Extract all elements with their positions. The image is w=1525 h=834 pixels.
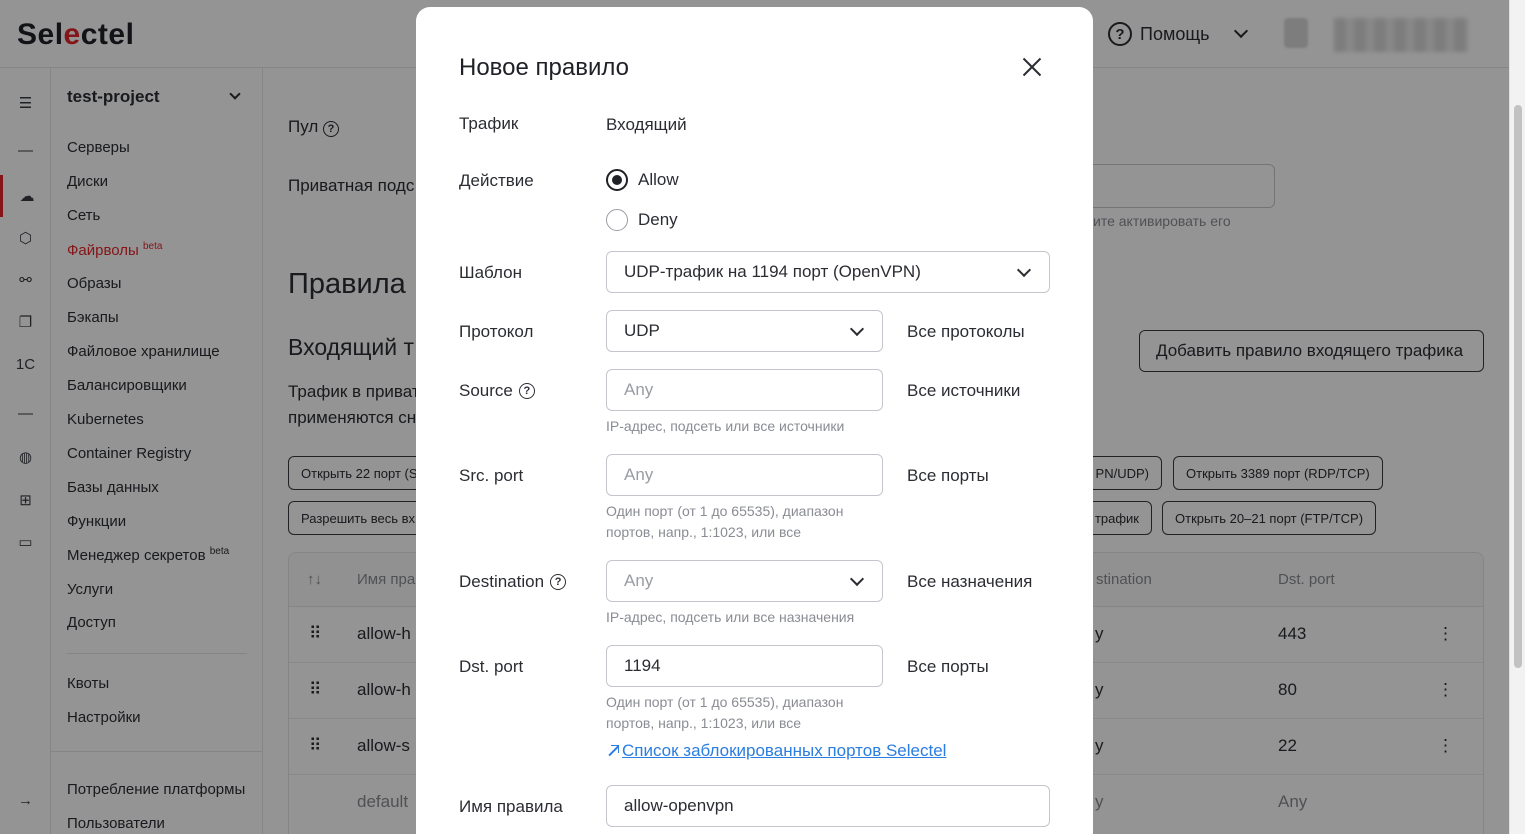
radio-label: Allow [638, 170, 679, 189]
protocol-label: Протокол [459, 322, 534, 341]
source-hint: IP-адрес, подсеть или все источники [606, 418, 845, 434]
protocol-select[interactable]: UDP [606, 310, 883, 352]
blocked-ports-link-text: Список заблокированных портов Selectel [622, 741, 947, 760]
src-port-input[interactable]: Any [606, 454, 883, 496]
source-input[interactable]: Any [606, 369, 883, 411]
src-port-label: Src. port [459, 466, 524, 485]
scrollbar-thumb[interactable] [1514, 105, 1522, 668]
new-rule-dialog: Новое правило Трафик Входящий Действие A… [416, 7, 1093, 834]
source-label: Source? [459, 381, 535, 401]
all-src-ports-link[interactable]: Все порты [907, 466, 989, 486]
radio-label: Deny [638, 210, 678, 229]
blocked-ports-link[interactable]: Список заблокированных портов Selectel [606, 741, 946, 761]
all-protocols-link[interactable]: Все протоколы [907, 322, 1025, 342]
destination-label: Destination? [459, 572, 567, 592]
close-icon[interactable] [1020, 55, 1044, 79]
traffic-label: Трафик [459, 114, 519, 133]
destination-select[interactable]: Any [606, 560, 883, 602]
all-dst-ports-link[interactable]: Все порты [907, 657, 989, 677]
dialog-title: Новое правило [459, 54, 629, 81]
chevron-down-icon [849, 321, 865, 337]
template-label: Шаблон [459, 263, 522, 282]
src-port-hint-line1: Один порт (от 1 до 65535), диапазон [606, 503, 844, 519]
page-scrollbar[interactable] [1509, 0, 1525, 834]
radio-unchecked-icon[interactable] [606, 209, 628, 231]
dst-port-hint-line1: Один порт (от 1 до 65535), диапазон [606, 694, 844, 710]
template-select[interactable]: UDP-трафик на 1194 порт (OpenVPN) [606, 251, 1050, 293]
dst-port-hint-line2: портов, напр., 1:1023, или все [606, 715, 802, 731]
help-circle-icon[interactable]: ? [550, 574, 567, 590]
all-destinations-link[interactable]: Все назначения [907, 572, 1032, 592]
template-value: UDP-трафик на 1194 порт (OpenVPN) [624, 262, 921, 281]
rule-name-input[interactable]: allow-openvpn [606, 785, 1050, 827]
destination-label-text: Destination [459, 572, 545, 591]
external-link-icon [606, 745, 619, 757]
help-circle-icon[interactable]: ? [518, 383, 535, 399]
chevron-down-icon [1016, 262, 1032, 278]
chevron-down-icon [849, 571, 865, 587]
src-port-hint-line2: портов, напр., 1:1023, или все [606, 524, 802, 540]
radio-checked-icon[interactable] [606, 169, 628, 191]
action-label: Действие [459, 171, 534, 190]
destination-hint: IP-адрес, подсеть или все назначения [606, 609, 855, 625]
protocol-value: UDP [624, 321, 660, 340]
dst-port-input[interactable]: 1194 [606, 645, 883, 687]
destination-value: Any [624, 571, 654, 590]
action-deny-radio[interactable]: Deny [606, 209, 678, 231]
all-sources-link[interactable]: Все источники [907, 381, 1020, 401]
source-label-text: Source [459, 381, 513, 400]
dst-port-label: Dst. port [459, 657, 524, 676]
traffic-value: Входящий [606, 115, 687, 134]
rule-name-label: Имя правила [459, 797, 563, 816]
action-allow-radio[interactable]: Allow [606, 169, 679, 191]
